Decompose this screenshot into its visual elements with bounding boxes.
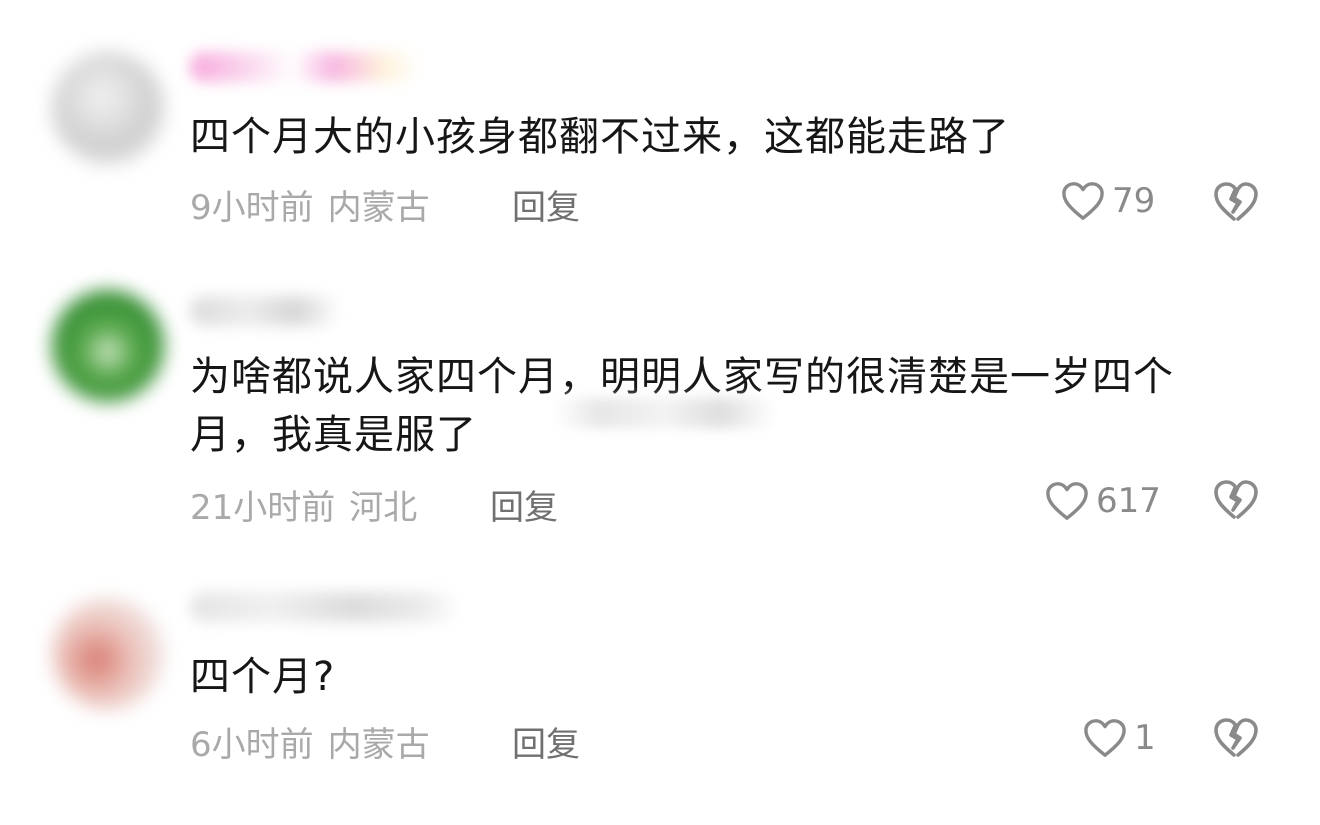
comment-list: 四个月大的小孩身都翻不过来，这都能走路了 9小时前 内蒙古 回复 79 为啥都说人… bbox=[0, 0, 1320, 825]
comment-meta: 21小时前 河北 bbox=[190, 480, 417, 529]
heart-outline-icon bbox=[1084, 719, 1126, 757]
broken-heart-icon[interactable] bbox=[1212, 478, 1260, 522]
comment-meta: 9小时前 内蒙古 bbox=[190, 180, 430, 229]
username-blurred[interactable] bbox=[190, 592, 460, 622]
broken-heart-icon[interactable] bbox=[1212, 180, 1260, 224]
avatar[interactable] bbox=[52, 598, 164, 710]
like-button[interactable]: 79 bbox=[1060, 180, 1155, 222]
username-blurred[interactable] bbox=[190, 52, 420, 82]
reply-button[interactable]: 回复 bbox=[512, 717, 580, 766]
avatar[interactable] bbox=[52, 52, 164, 164]
broken-heart-icon[interactable] bbox=[1212, 716, 1260, 760]
comment-time: 9小时前 bbox=[190, 188, 314, 228]
comment-text: 四个月大的小孩身都翻不过来，这都能走路了 bbox=[190, 114, 1010, 160]
comment-time: 21小时前 bbox=[190, 488, 336, 528]
comment-time: 6小时前 bbox=[190, 725, 314, 765]
like-count: 1 bbox=[1134, 718, 1156, 758]
comment-meta: 6小时前 内蒙古 bbox=[190, 717, 430, 766]
like-button[interactable]: 1 bbox=[1082, 717, 1156, 759]
blurred-overlay bbox=[555, 398, 775, 428]
avatar[interactable] bbox=[52, 290, 164, 402]
like-count: 79 bbox=[1112, 181, 1156, 221]
username-blurred[interactable] bbox=[190, 296, 340, 326]
heart-outline-icon bbox=[1062, 182, 1104, 220]
reply-button[interactable]: 回复 bbox=[512, 180, 580, 229]
comment-location: 河北 bbox=[349, 488, 418, 528]
reply-button[interactable]: 回复 bbox=[490, 480, 558, 529]
like-count: 617 bbox=[1096, 481, 1161, 521]
comment-location: 内蒙古 bbox=[327, 725, 430, 765]
heart-outline-icon bbox=[1046, 482, 1088, 520]
comment-location: 内蒙古 bbox=[327, 188, 430, 228]
comment-text: 四个月? bbox=[190, 654, 336, 700]
like-button[interactable]: 617 bbox=[1044, 480, 1161, 522]
